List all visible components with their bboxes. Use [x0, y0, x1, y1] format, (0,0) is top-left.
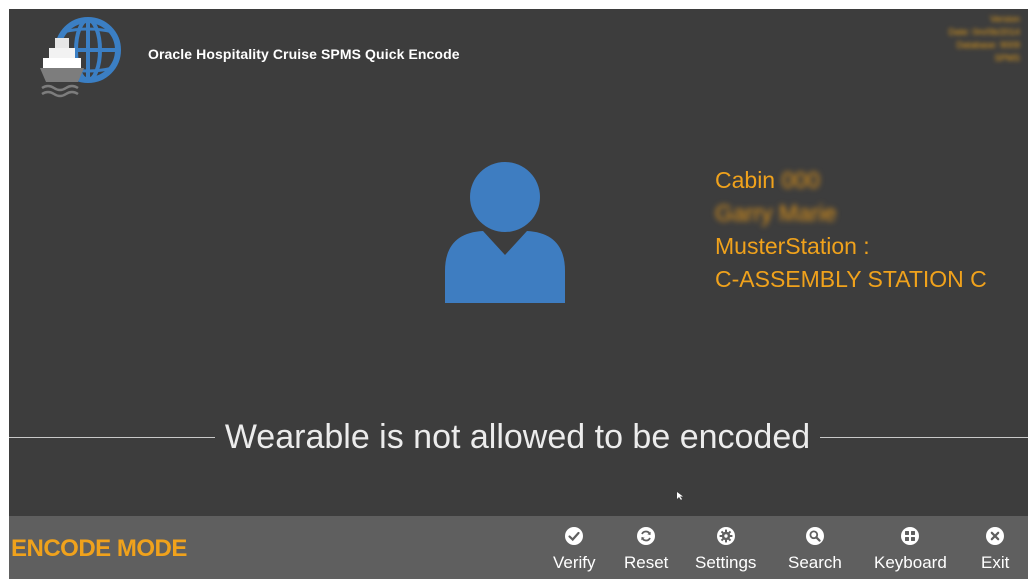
muster-label: MusterStation :: [715, 233, 870, 259]
verify-label: Verify: [553, 553, 596, 572]
person-icon: [445, 162, 565, 303]
status-message-row: Wearable is not allowed to be encoded: [9, 413, 1028, 463]
verify-button[interactable]: Verify: [553, 526, 596, 574]
status-message: Wearable is not allowed to be encoded: [224, 418, 811, 456]
search-label: Search: [788, 553, 842, 572]
keyboard-button[interactable]: Keyboard: [874, 526, 947, 574]
globe-ship-icon: [40, 17, 121, 98]
keyboard-label: Keyboard: [874, 553, 947, 572]
version-info: Version Date: 0m/0b/2014 Database: 9009 …: [948, 13, 1020, 65]
version-line: Version: [989, 14, 1020, 24]
guest-info: Cabin 000 Garry Marie MusterStation : C-…: [715, 164, 987, 296]
search-button[interactable]: Search: [788, 526, 842, 574]
settings-label: Settings: [695, 553, 757, 572]
reset-label: Reset: [624, 553, 669, 572]
reset-button[interactable]: Reset: [624, 526, 668, 574]
cabin-label: Cabin: [715, 167, 776, 193]
mouse-cursor-icon: [677, 492, 683, 500]
magnifier-icon: [805, 527, 824, 545]
version-line: SPMS: [994, 53, 1020, 63]
version-line: Date: 0m/0b/2014: [948, 27, 1020, 37]
check-circle-icon: [565, 527, 584, 545]
cabin-number: 000: [781, 167, 820, 193]
mode-label: ENCODE MODE: [11, 535, 187, 562]
close-circle-icon: [986, 527, 1005, 545]
guest-name: Garry Marie: [715, 200, 837, 226]
keyboard-icon: [901, 527, 920, 545]
app-title: Oracle Hospitality Cruise SPMS Quick Enc…: [148, 46, 460, 62]
exit-label: Exit: [981, 553, 1010, 572]
muster-station: C-ASSEMBLY STATION C: [715, 266, 987, 292]
footer-toolbar: ENCODE MODE Verify Reset Settings Search…: [9, 516, 1028, 579]
exit-button[interactable]: Exit: [981, 526, 1009, 574]
encode-screen: Oracle Hospitality Cruise SPMS Quick Enc…: [9, 9, 1028, 579]
refresh-icon: [637, 527, 656, 545]
version-line: Database: 9009: [956, 40, 1020, 50]
gear-icon: [716, 527, 735, 545]
settings-button[interactable]: Settings: [695, 526, 756, 574]
cabin-line: Cabin 000: [715, 164, 987, 197]
divider-right: [820, 437, 1028, 438]
divider-left: [9, 437, 215, 438]
